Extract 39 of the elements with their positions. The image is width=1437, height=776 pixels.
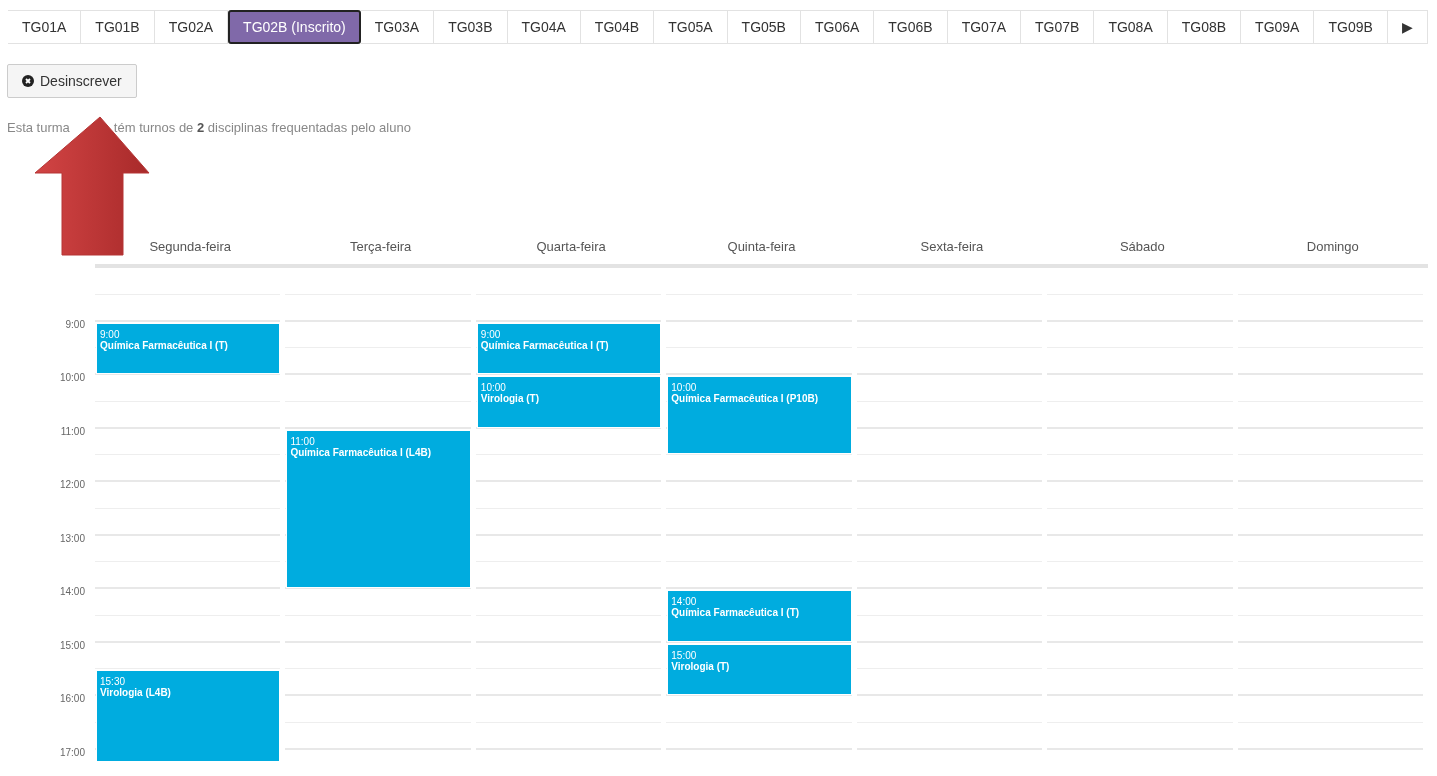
unenroll-button[interactable]: Desinscrever xyxy=(7,64,137,98)
tab[interactable]: TG06B xyxy=(874,10,948,44)
tab[interactable]: TG06A xyxy=(800,10,875,44)
day-header: Quinta-feira xyxy=(727,239,796,254)
tab[interactable]: TG07A xyxy=(947,10,1021,44)
time-label: 13:00 xyxy=(59,532,85,544)
tab[interactable]: TG01B xyxy=(81,10,155,44)
time-label: 9:00 xyxy=(65,318,85,330)
time-label: 11:00 xyxy=(60,425,85,437)
time-label: 12:00 xyxy=(59,479,85,490)
tab[interactable]: TG03A xyxy=(360,10,435,44)
day-header: Quarta-feira xyxy=(536,239,606,254)
time-label: 15:00 xyxy=(59,639,85,651)
tab[interactable]: TG01A xyxy=(8,10,82,44)
day-header: Sábado xyxy=(1119,239,1165,254)
time-label: 17:00 xyxy=(59,746,85,758)
tab[interactable]: TG09A xyxy=(1241,10,1315,44)
day-header: Segunda-feira xyxy=(149,239,232,254)
time-label: 10:00 xyxy=(59,372,85,383)
tab[interactable]: TG02A xyxy=(154,10,229,44)
tab[interactable]: TG04A xyxy=(507,10,581,44)
tab[interactable]: TG04B xyxy=(580,10,655,44)
day-header: Domingo xyxy=(1306,239,1359,254)
tab[interactable]: TG08B xyxy=(1167,10,1242,44)
tab[interactable]: TG03B xyxy=(434,10,508,44)
tab[interactable]: ▶ xyxy=(1387,10,1428,44)
info-text: tém turnos de 2 disciplinas frequentadas pelo aluno xyxy=(113,120,411,135)
close-icon xyxy=(22,75,34,87)
time-label: 14:00 xyxy=(59,586,85,597)
day-header: Sexta-feira xyxy=(920,239,984,254)
tab[interactable]: TG05B xyxy=(727,10,801,44)
tab[interactable]: TG07B xyxy=(1021,10,1095,44)
day-header: Terça-feira xyxy=(349,239,412,254)
tab[interactable]: TG05A xyxy=(654,10,728,44)
tab[interactable]: TG09B xyxy=(1314,10,1388,44)
tab[interactable]: TG08A xyxy=(1094,10,1168,44)
tab[interactable]: TG02B (Inscrito) xyxy=(228,10,361,44)
time-label: 16:00 xyxy=(59,693,85,704)
info-text: Esta turma xyxy=(7,120,70,135)
